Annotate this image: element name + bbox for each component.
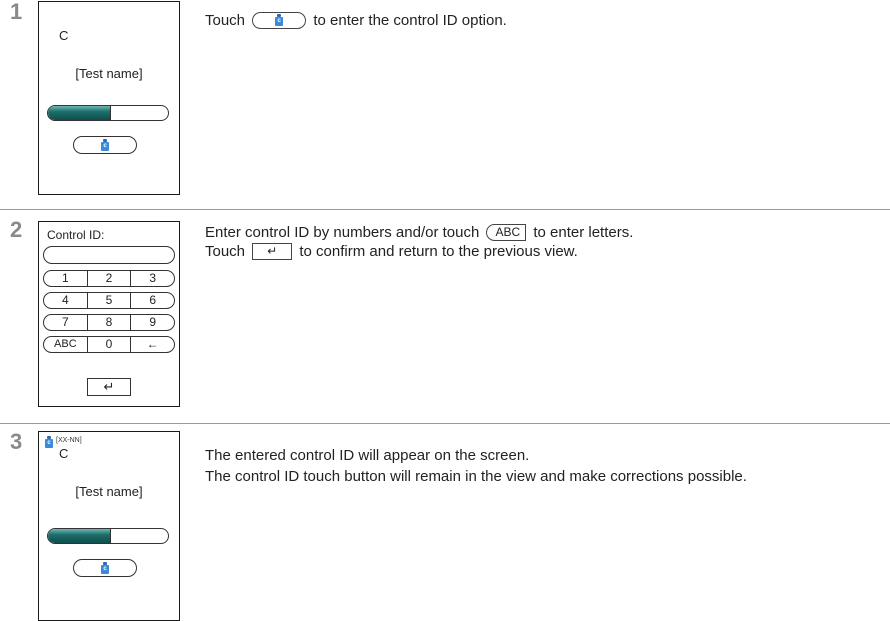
instruction-line: The entered control ID will appear on th… [205,447,530,464]
control-id-tag: [XX-NN] [56,437,82,444]
keypad-screen: Control ID: 1 2 3 4 5 6 7 8 9 ABC 0 ← ↵ [38,221,180,407]
key-2[interactable]: 2 [86,270,132,287]
key-1[interactable]: 1 [43,270,88,287]
enter-key[interactable]: ↵ [87,378,131,396]
keypad-row: 4 5 6 [43,292,176,309]
control-label: C [59,28,69,43]
abc-button-ref: ABC [486,223,527,241]
key-4[interactable]: 4 [43,292,88,309]
step-number: 1 [10,0,23,24]
instruction-part: to confirm and return to the previous vi… [299,243,578,260]
control-bottle-icon: c [101,562,109,574]
instruction-before: Touch [205,12,246,29]
enter-button-ref: ↵ [252,242,293,260]
instruction-text: The entered control ID will appear on th… [205,445,747,487]
section-divider [0,423,890,424]
instruction-line: The control ID touch button will remain … [205,468,747,485]
progress-fill [48,529,112,543]
backspace-key[interactable]: ← [130,336,176,353]
progress-fill [48,106,112,120]
progress-bar [47,105,169,121]
keypad-row: ABC 0 ← [43,336,176,353]
keypad-row: 1 2 3 [43,270,176,287]
key-0[interactable]: 0 [86,336,132,353]
section-divider [0,209,890,210]
device-screen: c [XX-NN] C [Test name] c [38,431,180,621]
control-id-button-ref: c [252,11,307,29]
control-label: C [59,446,69,461]
keypad-row: 7 8 9 [43,314,176,331]
test-name: [Test name] [75,66,143,81]
key-7[interactable]: 7 [43,314,88,331]
key-8[interactable]: 8 [86,314,132,331]
key-6[interactable]: 6 [130,292,176,309]
key-3[interactable]: 3 [130,270,176,287]
instruction-after: to enter the control ID option. [313,12,507,29]
instruction-text: Enter control ID by numbers and/or touch… [205,223,633,261]
instruction-line: Enter control ID by numbers and/or touch… [205,223,633,242]
instruction-part: to enter letters. [533,224,634,241]
test-name: [Test name] [75,484,143,499]
instruction-part: Enter control ID by numbers and/or touch [205,224,480,241]
control-id-input[interactable] [43,246,175,264]
step-number: 3 [10,429,23,454]
instruction-text: Touch c to enter the control ID option. [205,11,507,30]
key-9[interactable]: 9 [130,314,176,331]
key-5[interactable]: 5 [86,292,132,309]
step-number: 2 [10,217,23,242]
control-bottle-icon: c [275,14,284,27]
instruction-part: Touch [205,243,246,260]
device-screen: C [Test name] c [38,1,180,195]
control-id-button[interactable]: c [73,136,137,154]
control-id-button[interactable]: c [73,559,137,577]
control-bottle-icon: c [45,436,53,448]
key-abc[interactable]: ABC [43,336,88,353]
control-id-label: Control ID: [47,228,105,242]
control-bottle-icon: c [101,139,109,151]
progress-bar [47,528,169,544]
instruction-line: Touch ↵ to confirm and return to the pre… [205,242,633,261]
